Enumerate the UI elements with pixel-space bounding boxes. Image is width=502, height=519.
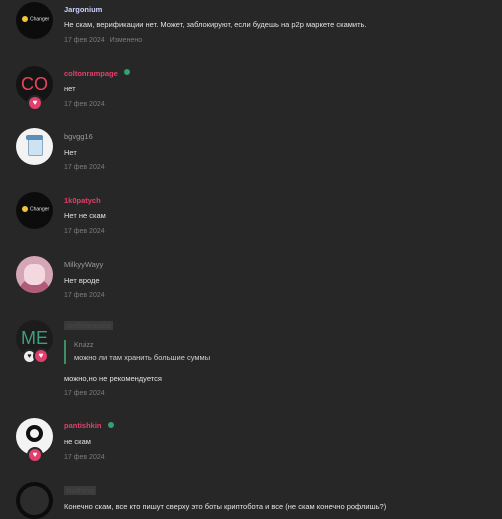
username[interactable]: bgvgg16 xyxy=(64,132,93,141)
changer-logo-icon: Changer xyxy=(22,16,49,22)
heart-badge-icon: ♥ xyxy=(27,447,43,463)
avatar-face-icon xyxy=(24,264,45,285)
username[interactable]: coltonrampage xyxy=(64,69,118,78)
message-text: не скам xyxy=(64,437,91,446)
post-date[interactable]: 17 фев 2024 xyxy=(64,390,105,397)
post-date[interactable]: 17 фев 2024 xyxy=(64,292,105,299)
post-date[interactable]: 17 фев 2024 xyxy=(64,37,105,44)
heart-badge-icon: ♥ xyxy=(33,348,49,364)
quote-text: можно ли там хранить большие суммы xyxy=(74,353,211,362)
avatar[interactable]: Changer xyxy=(16,2,53,39)
post-date[interactable]: 17 фев 2024 xyxy=(64,164,105,171)
message-text: Нет не скам xyxy=(64,211,106,220)
message-text: Нет вроде xyxy=(64,276,100,285)
post-meta: 17 фев 2024 Изменено xyxy=(64,37,142,44)
message-text: Конечно скам, все кто пишут сверху это б… xyxy=(64,502,387,511)
avatar[interactable] xyxy=(16,256,53,293)
document-header-icon xyxy=(26,135,43,140)
avatar-figure-icon xyxy=(20,486,49,515)
avatar[interactable]: Changer xyxy=(16,192,53,229)
username[interactable]: Jargonium xyxy=(64,5,102,14)
quote-block: Kruizz можно ли там хранить большие сумм… xyxy=(64,340,294,364)
online-status-icon xyxy=(124,69,130,75)
username[interactable]: mellinemalis xyxy=(64,321,114,330)
post-date[interactable]: 17 фев 2024 xyxy=(64,228,105,235)
message-text: Нет xyxy=(64,148,77,157)
message-text: Не скам, верификации нет. Может, заблоки… xyxy=(64,20,367,29)
changer-logo-icon: Changer xyxy=(22,206,49,212)
heart-badge-icon: ♥ xyxy=(27,95,43,111)
online-status-icon xyxy=(108,422,114,428)
username[interactable]: Nothing xyxy=(64,486,97,495)
post-date[interactable]: 17 фев 2024 xyxy=(64,454,105,461)
quote-author[interactable]: Kruizz xyxy=(74,342,294,349)
username[interactable]: 1k0patych xyxy=(64,196,101,205)
message-text: можно,но не рекомендуется xyxy=(64,374,162,383)
post-date[interactable]: 17 фев 2024 xyxy=(64,101,105,108)
edited-label: Изменено xyxy=(109,37,143,44)
logo-icon xyxy=(26,425,43,442)
avatar[interactable] xyxy=(16,482,53,519)
avatar[interactable] xyxy=(16,128,53,165)
message-text: нет xyxy=(64,84,76,93)
username[interactable]: MilkyyWayy xyxy=(64,260,103,269)
username[interactable]: pantishkin xyxy=(64,421,102,430)
